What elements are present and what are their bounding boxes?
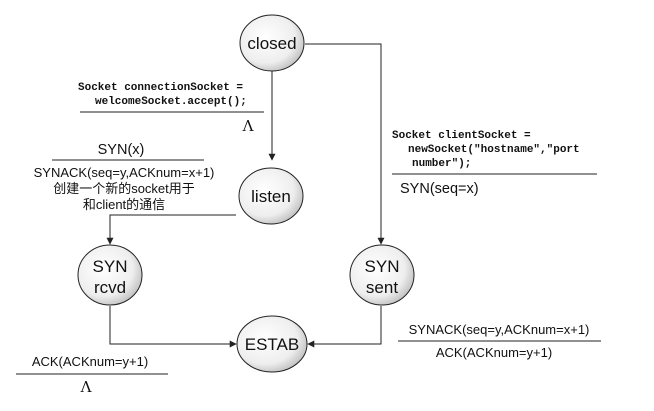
state-estab-label: ESTAB [245,335,299,354]
state-listen-label: listen [251,187,291,206]
state-syn-rcvd-line1: SYN [93,257,128,276]
state-closed: closed [239,14,305,72]
state-closed-label: closed [247,34,296,53]
listen-action-line2: 创建一个新的socket用于 [53,181,195,196]
listen-action-line3: 和client的通信 [83,197,165,212]
server-accept-lambda: Λ [242,117,254,135]
state-syn-sent-line2: sent [366,278,398,297]
state-listen: listen [238,167,304,225]
client-action-label: SYN(seq=x) [400,181,479,197]
edge-syn-rcvd-to-estab [109,306,237,348]
edge-closed-to-syn-sent [305,43,385,245]
edge-listen-to-syn-rcvd [106,214,236,245]
server-accept-line1: Socket connectionSocket = [78,82,243,94]
sent-action-label: ACK(ACKnum=y+1) [436,345,552,360]
client-socket-line3: number"); [412,158,471,170]
server-accept-line2: welcomeSocket.accept(); [95,96,247,108]
tcp-connection-state-diagram: closed listen SYN rcvd SYN sent ESTAB So… [0,0,654,411]
state-syn-rcvd-line2: rcvd [94,278,126,297]
edge-syn-sent-to-estab [307,306,382,348]
sent-event-label: SYNACK(seq=y,ACKnum=x+1) [409,322,590,337]
client-socket-line2: newSocket("hostname","port [408,144,580,156]
client-socket-line1: Socket clientSocket = [392,130,531,142]
rcvd-event-label: ACK(ACKnum=y+1) [32,354,148,369]
state-estab: ESTAB [236,315,308,373]
listen-event-label: SYN(x) [98,142,145,158]
diagram-canvas: closed listen SYN rcvd SYN sent ESTAB So… [16,14,601,396]
state-syn-rcvd: SYN rcvd [77,244,143,306]
listen-action-line1: SYNACK(seq=y,ACKnum=x+1) [34,165,215,180]
state-syn-sent-line1: SYN [365,257,400,276]
state-syn-sent: SYN sent [349,244,415,306]
rcvd-action-lambda: Λ [80,378,92,396]
